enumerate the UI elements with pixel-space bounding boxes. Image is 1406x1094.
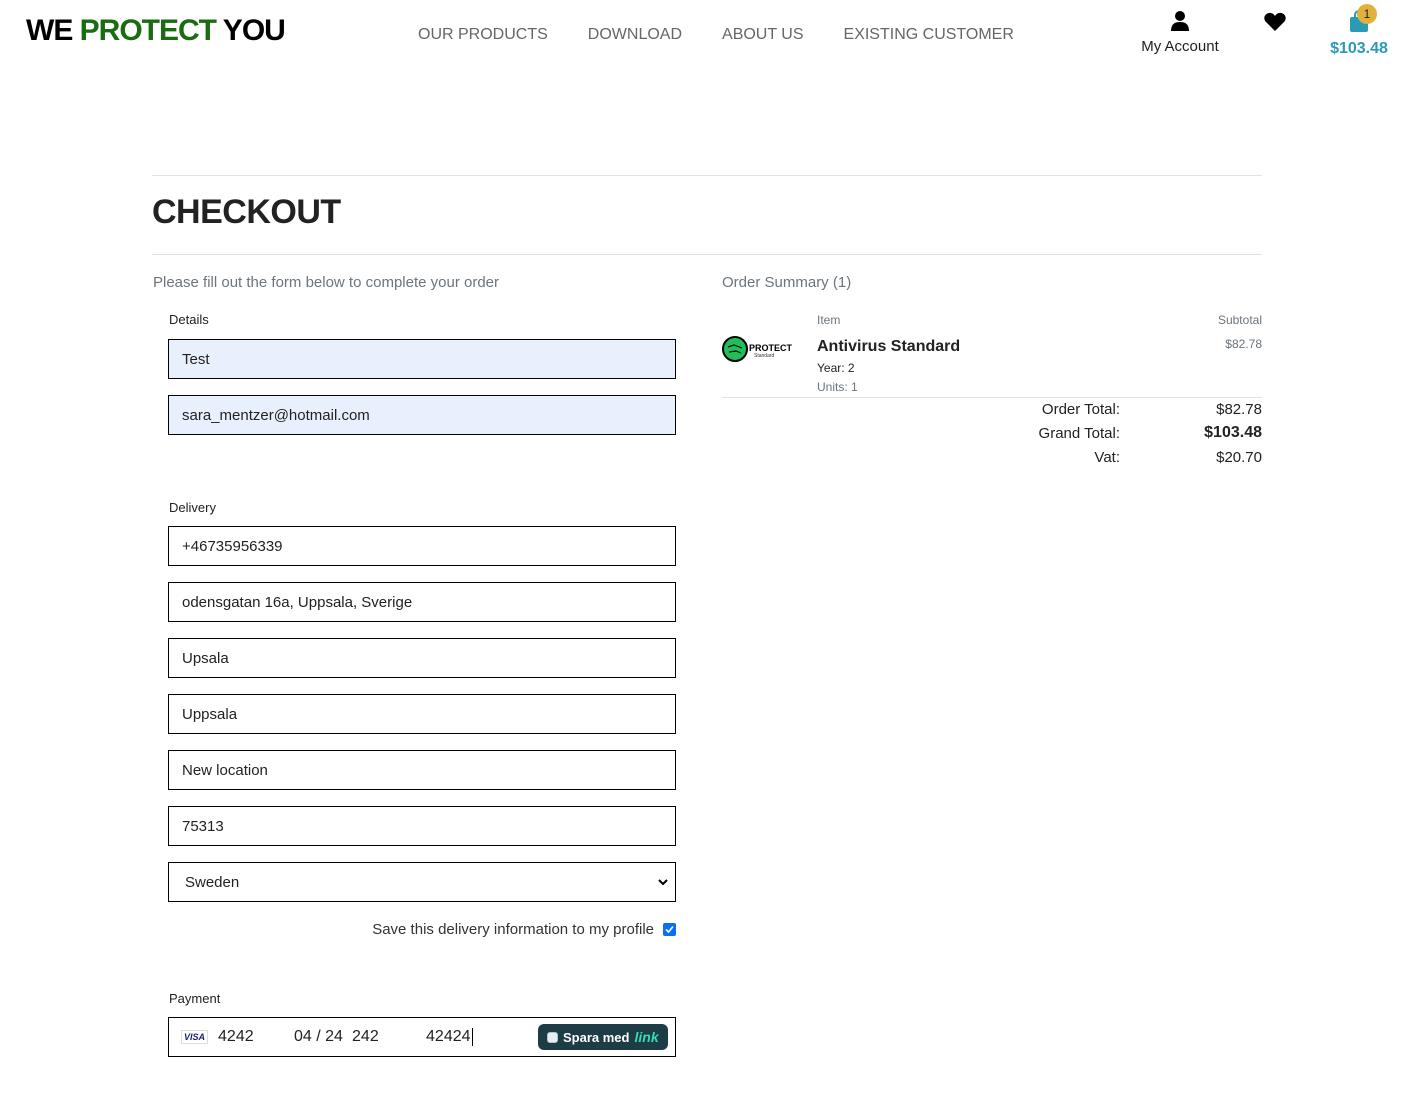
link-prefix-text: Spara med: [563, 1029, 630, 1045]
item-column-header: Item: [817, 313, 841, 327]
nav-our-products[interactable]: OUR PRODUCTS: [418, 26, 548, 44]
product-image: PROTECT Standard: [722, 335, 792, 368]
country-select[interactable]: Sweden: [168, 862, 676, 902]
nav-download[interactable]: DOWNLOAD: [588, 26, 682, 44]
cart-link[interactable]: 1 $103.48: [1328, 4, 1390, 58]
card-postal-input[interactable]: 42424: [426, 1028, 473, 1046]
phone-field[interactable]: +46735956339: [168, 526, 676, 566]
product-name: Antivirus Standard: [817, 338, 961, 355]
my-account-label: My Account: [1141, 38, 1219, 55]
save-with-link-toggle[interactable]: Spara med link: [538, 1024, 668, 1050]
details-label: Details: [169, 312, 209, 327]
payment-label: Payment: [169, 991, 221, 1006]
vat-value: $20.70: [1216, 449, 1262, 466]
page-title: CHECKOUT: [152, 193, 341, 231]
main-nav: OUR PRODUCTS DOWNLOAD ABOUT US EXISTING …: [418, 26, 1014, 44]
wishlist-button[interactable]: [1263, 11, 1287, 38]
site-logo[interactable]: WE PROTECT YOU: [26, 14, 286, 48]
save-info-label: Save this delivery information to my pro…: [372, 921, 654, 938]
form-intro: Please fill out the form below to comple…: [153, 274, 500, 291]
street-address-1-field[interactable]: odensgatan 16a, Uppsala, Sverige: [168, 582, 676, 622]
product-logo-subtext: Standard: [754, 353, 775, 359]
subtotal-column-header: Subtotal: [1217, 313, 1262, 327]
grand-total-value: $103.48: [1204, 424, 1262, 441]
link-logo-text: link: [634, 1029, 659, 1045]
card-number-input[interactable]: 4242: [218, 1028, 294, 1046]
save-info-row: Save this delivery information to my pro…: [372, 921, 676, 938]
visa-card-icon: VISA: [181, 1030, 209, 1044]
order-summary-title: Order Summary (1): [722, 274, 852, 291]
town-city-field[interactable]: Uppsala: [168, 694, 676, 734]
logo-text-you: YOU: [216, 14, 286, 47]
save-info-checkbox[interactable]: [663, 923, 676, 936]
country-value: Sweden: [185, 873, 240, 891]
nav-existing-customer[interactable]: EXISTING CUSTOMER: [844, 26, 1014, 44]
summary-divider: [722, 397, 1262, 398]
checkmark-icon: [665, 925, 674, 934]
my-account-link[interactable]: My Account: [1137, 10, 1223, 55]
full-name-field[interactable]: Test: [168, 339, 676, 379]
email-field[interactable]: sara_mentzer@hotmail.com: [168, 395, 676, 435]
grand-total-label: Grand Total:: [1038, 425, 1120, 442]
product-units: Units: 1: [817, 380, 858, 394]
logo-text-protect: PROTECT: [79, 14, 217, 47]
product-logo-text: PROTECT: [749, 343, 793, 353]
street-address-2-field[interactable]: Upsala: [168, 638, 676, 678]
county-field[interactable]: New location: [168, 750, 676, 790]
logo-text-we: WE: [26, 14, 80, 47]
vat-label: Vat:: [1094, 449, 1120, 466]
chevron-down-icon: [658, 879, 668, 886]
product-subtotal: $82.78: [1225, 337, 1262, 351]
card-element[interactable]: VISA 4242 04 / 24 242 42424 Spara med li…: [168, 1017, 676, 1057]
postcode-field[interactable]: 75313: [168, 806, 676, 846]
user-icon: [1171, 11, 1189, 31]
title-divider: [152, 254, 1262, 255]
product-year: Year: 2: [817, 361, 855, 375]
link-checkbox[interactable]: [547, 1031, 558, 1043]
card-expiry-input[interactable]: 04 / 24: [294, 1028, 352, 1046]
delivery-label: Delivery: [169, 500, 216, 515]
heart-icon: [1264, 12, 1286, 31]
top-divider: [152, 175, 1262, 176]
nav-about-us[interactable]: ABOUT US: [722, 26, 804, 44]
order-total-label: Order Total:: [1041, 401, 1120, 418]
cart-total: $103.48: [1330, 40, 1388, 57]
card-cvc-input[interactable]: 242: [352, 1028, 426, 1046]
cart-count-badge: 1: [1357, 4, 1377, 24]
order-total-value: $82.78: [1216, 401, 1262, 418]
